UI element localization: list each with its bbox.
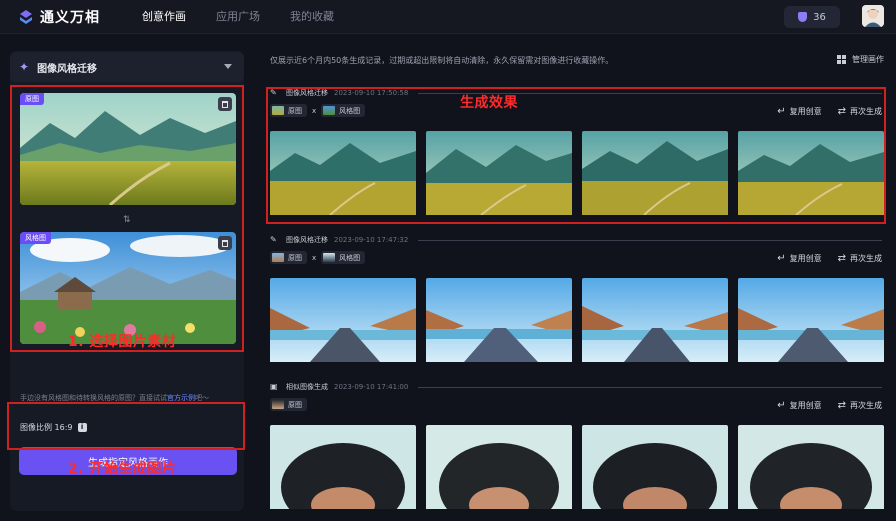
credit-count: 36 — [813, 11, 826, 23]
manage-button[interactable]: 管理画作 — [837, 54, 884, 65]
nav-item-favorites[interactable]: 我的收藏 — [290, 0, 334, 34]
avatar[interactable] — [862, 5, 884, 27]
group-inputs: 原图 x 风格图 — [270, 251, 366, 264]
logo-icon — [20, 10, 32, 24]
group-type: 相似图像生成 — [286, 383, 328, 391]
regen-button[interactable]: ⇄ 再次生成 — [838, 400, 882, 411]
reuse-icon: ↵ — [777, 400, 786, 411]
chip-source[interactable]: 原图 — [270, 251, 307, 264]
logo[interactable]: 通义万相 — [18, 7, 100, 27]
result-images — [270, 425, 884, 513]
nav-item-create[interactable]: 创意作画 — [142, 0, 186, 34]
annotation-box-result — [266, 87, 886, 224]
nav-item-apps[interactable]: 应用广场 — [216, 0, 260, 34]
chip-thumbnail — [272, 253, 284, 262]
official-example-link[interactable]: 官方示例 — [167, 394, 195, 402]
reuse-button[interactable]: ↵ 复用创意 — [777, 253, 821, 264]
regen-icon: ⇄ — [837, 400, 846, 411]
history-notice: 仅展示近6个月内50条生成记录，过期或超出限制将自动清除，永久保留需对图像进行收… — [270, 56, 614, 65]
group-type: 图像风格迁移 — [286, 236, 328, 244]
app-title: 通义万相 — [40, 10, 100, 26]
result-image[interactable] — [582, 278, 728, 366]
reuse-button[interactable]: ↵ 复用创意 — [777, 400, 821, 411]
result-image[interactable] — [270, 425, 416, 513]
credit-badge[interactable]: 36 — [784, 6, 840, 28]
group-header: ▣ 相似图像生成 2023-09-10 17:41:00 — [270, 381, 882, 393]
group-time: 2023-09-10 17:41:00 — [334, 383, 409, 391]
mode-select[interactable]: ✦ 图像风格迁移 — [10, 52, 244, 82]
avatar-image — [862, 5, 884, 27]
result-image[interactable] — [426, 425, 572, 513]
result-image[interactable] — [426, 278, 572, 366]
group-time: 2023-09-10 17:47:32 — [334, 236, 409, 244]
result-image[interactable] — [582, 425, 728, 513]
divider — [418, 386, 882, 388]
chip-style[interactable]: 风格图 — [321, 251, 366, 264]
result-image[interactable] — [738, 278, 884, 366]
history-group: ▣ 相似图像生成 2023-09-10 17:41:00 原图 ↵ 复用创意 ⇄ 再… — [270, 381, 884, 521]
divider — [418, 239, 882, 241]
reuse-icon: ↵ — [777, 253, 786, 264]
wand-icon: ✦ — [19, 60, 30, 74]
history-group: ✎ 图像风格迁移 2023-09-10 17:47:32 原图 x 风格图 ↵ 复… — [270, 234, 884, 374]
chip-separator: x — [312, 253, 317, 262]
regen-button[interactable]: ⇄ 再次生成 — [838, 253, 882, 264]
annotation-result: 生成效果 — [460, 95, 518, 111]
result-image[interactable] — [270, 278, 416, 366]
chevron-down-icon — [224, 64, 232, 69]
wand-icon: ✎ — [270, 235, 277, 244]
annotation-step1: 1. 选择图片素材 — [68, 334, 177, 350]
group-actions: ↵ 复用创意 ⇄ 再次生成 — [777, 253, 882, 264]
mode-select-label: 图像风格迁移 — [37, 63, 98, 75]
group-header: ✎ 图像风格迁移 2023-09-10 17:47:32 — [270, 234, 882, 246]
chip-source[interactable]: 原图 — [270, 398, 307, 411]
annotation-box-step1 — [10, 85, 244, 352]
image-icon: ▣ — [270, 382, 278, 391]
regen-icon: ⇄ — [837, 253, 846, 264]
result-images — [270, 278, 884, 366]
annotation-step2: 2. 开始生成图片 — [68, 461, 177, 477]
group-actions: ↵ 复用创意 ⇄ 再次生成 — [777, 400, 882, 411]
chip-thumbnail — [323, 253, 336, 262]
chip-thumbnail — [272, 400, 284, 409]
grid-icon — [837, 55, 846, 64]
annotation-box-step2 — [7, 402, 245, 450]
shield-icon — [798, 12, 808, 22]
group-inputs: 原图 — [270, 398, 307, 411]
main-nav: 创意作画 应用广场 我的收藏 — [142, 0, 334, 34]
result-image[interactable] — [738, 425, 884, 513]
top-bar: 通义万相 创意作画 应用广场 我的收藏 36 — [0, 0, 896, 34]
